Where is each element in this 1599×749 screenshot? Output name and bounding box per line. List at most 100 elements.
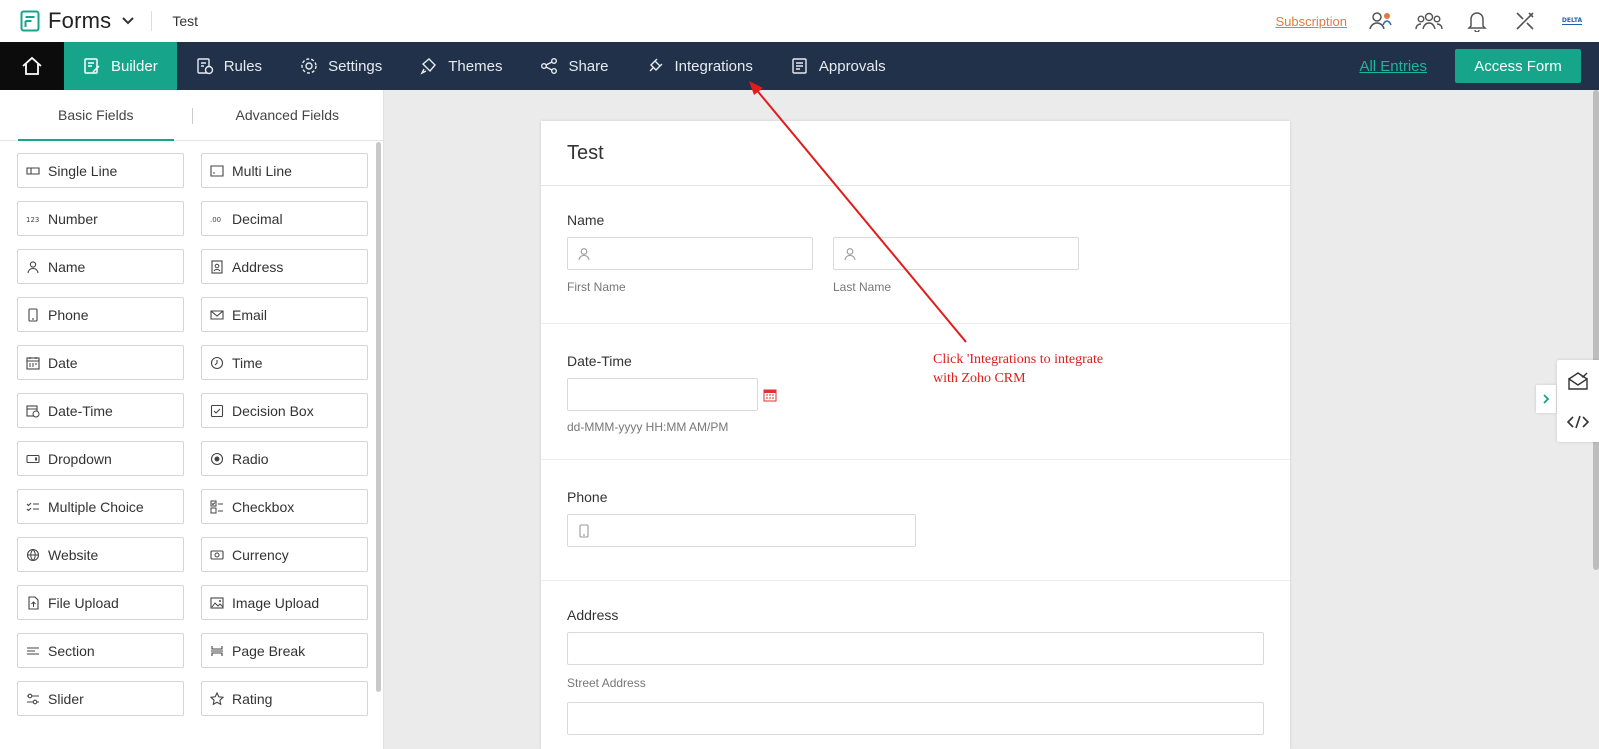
expand-panel-button[interactable] [1536, 385, 1556, 413]
field-label: Number [48, 210, 98, 227]
nav-approvals[interactable]: Approvals [772, 42, 905, 90]
svg-text:123: 123 [26, 216, 39, 224]
field-file-upload[interactable]: File Upload [17, 585, 184, 620]
approvals-icon [791, 57, 809, 75]
field-page-break[interactable]: Page Break [201, 633, 368, 668]
decimal-icon: .00 [210, 212, 224, 226]
field-number[interactable]: 123 Number [17, 201, 184, 236]
nav-builder[interactable]: Builder [64, 42, 177, 90]
last-name-input[interactable] [833, 237, 1079, 270]
field-multiple-choice[interactable]: Multiple Choice [17, 489, 184, 524]
street-address-caption: Street Address [567, 676, 646, 690]
form-title[interactable]: Test [541, 121, 1290, 186]
nav-themes[interactable]: Themes [401, 42, 521, 90]
phone-label: Phone [567, 489, 608, 505]
nav-label: Themes [448, 57, 503, 75]
paint-icon [420, 57, 438, 75]
address-label: Address [567, 607, 619, 623]
notification-mail-button[interactable] [1557, 360, 1599, 401]
radio-icon [210, 452, 224, 466]
subscription-link[interactable]: Subscription [1275, 14, 1347, 29]
chevron-down-icon[interactable] [121, 14, 135, 28]
field-slider[interactable]: Slider [17, 681, 184, 716]
field-decision-box[interactable]: Decision Box [201, 393, 368, 428]
name-field-section[interactable]: Name First Name Last Name [541, 187, 1290, 324]
app-name[interactable]: Forms [48, 8, 111, 34]
address-icon [210, 259, 224, 274]
globe-icon [26, 548, 40, 562]
field-radio[interactable]: Radio [201, 441, 368, 476]
palette-tabs: Basic Fields Advanced Fields [0, 90, 383, 141]
gear-icon [300, 57, 318, 75]
tab-divider [192, 108, 193, 124]
form-canvas: Test Name First Name Last Name Date-Time… [541, 121, 1290, 749]
field-image-upload[interactable]: Image Upload [201, 585, 368, 620]
access-form-button[interactable]: Access Form [1455, 49, 1581, 83]
phone-field-section[interactable]: Phone [541, 461, 1290, 581]
last-name-caption: Last Name [833, 280, 892, 294]
sidebar-scrollbar[interactable] [376, 142, 381, 692]
field-label: Phone [48, 306, 89, 323]
single-line-icon [26, 164, 40, 178]
multi-line-icon [210, 164, 224, 178]
bell-icon[interactable] [1463, 7, 1491, 35]
field-label: Multiple Choice [48, 498, 144, 515]
field-decimal[interactable]: .00 Decimal [201, 201, 368, 236]
embed-code-button[interactable] [1557, 401, 1599, 442]
datetime-label: Date-Time [567, 353, 632, 369]
field-section[interactable]: Section [17, 633, 184, 668]
person-icon [844, 248, 856, 261]
address-line-2-input[interactable] [567, 702, 1264, 735]
field-name[interactable]: Name [17, 249, 184, 284]
chevron-right-icon [1543, 394, 1550, 404]
street-address-input[interactable] [567, 632, 1264, 665]
field-multi-line[interactable]: Multi Line [201, 153, 368, 188]
field-single-line[interactable]: Single Line [17, 153, 184, 188]
datetime-input[interactable] [567, 378, 758, 411]
field-currency[interactable]: Currency [201, 537, 368, 572]
calendar-icon[interactable] [763, 388, 777, 402]
date-time-icon [26, 404, 40, 418]
phone-input[interactable] [567, 514, 916, 547]
calendar-icon [26, 356, 40, 370]
plug-icon [646, 57, 664, 75]
nav-settings[interactable]: Settings [281, 42, 401, 90]
field-website[interactable]: Website [17, 537, 184, 572]
team-icon[interactable] [1415, 7, 1443, 35]
field-label: Image Upload [232, 594, 320, 611]
datetime-field-section[interactable]: Date-Time dd-MMM-yyyy HH:MM AM/PM [541, 325, 1290, 460]
all-entries-link[interactable]: All Entries [1359, 58, 1427, 75]
tools-icon[interactable] [1511, 7, 1539, 35]
field-label: Page Break [232, 642, 306, 659]
field-phone[interactable]: Phone [17, 297, 184, 332]
first-name-input[interactable] [567, 237, 813, 270]
field-date-time[interactable]: Date-Time [17, 393, 184, 428]
number-icon: 123 [26, 212, 40, 226]
forms-logo-icon[interactable] [20, 10, 40, 32]
field-rating[interactable]: Rating [201, 681, 368, 716]
field-checkbox[interactable]: Checkbox [201, 489, 368, 524]
user-switch-icon[interactable] [1367, 7, 1395, 35]
brand-logo-icon[interactable]: DELTA [1559, 11, 1585, 31]
field-time[interactable]: Time [201, 345, 368, 380]
field-label: Radio [232, 450, 269, 467]
tab-basic-fields[interactable]: Basic Fields [0, 90, 192, 141]
field-label: Section [48, 642, 95, 659]
field-date[interactable]: Date [17, 345, 184, 380]
field-email[interactable]: Email [201, 297, 368, 332]
tab-advanced-fields[interactable]: Advanced Fields [192, 90, 384, 140]
home-button[interactable] [0, 42, 64, 90]
field-address[interactable]: Address [201, 249, 368, 284]
nav-label: Settings [328, 57, 383, 75]
nav-share[interactable]: Share [521, 42, 627, 90]
page-scrollbar[interactable] [1593, 90, 1599, 570]
annotation-text: Click 'Integrations to integrate with Zo… [933, 350, 1163, 388]
nav-integrations[interactable]: Integrations [627, 42, 771, 90]
field-dropdown[interactable]: Dropdown [17, 441, 184, 476]
field-label: Date-Time [48, 402, 113, 419]
first-name-caption: First Name [567, 280, 626, 294]
field-label: Time [232, 354, 263, 371]
annotation-line-2: with Zoho CRM [933, 371, 1026, 386]
nav-rules[interactable]: Rules [177, 42, 281, 90]
address-field-section[interactable]: Address Street Address [541, 582, 1290, 749]
